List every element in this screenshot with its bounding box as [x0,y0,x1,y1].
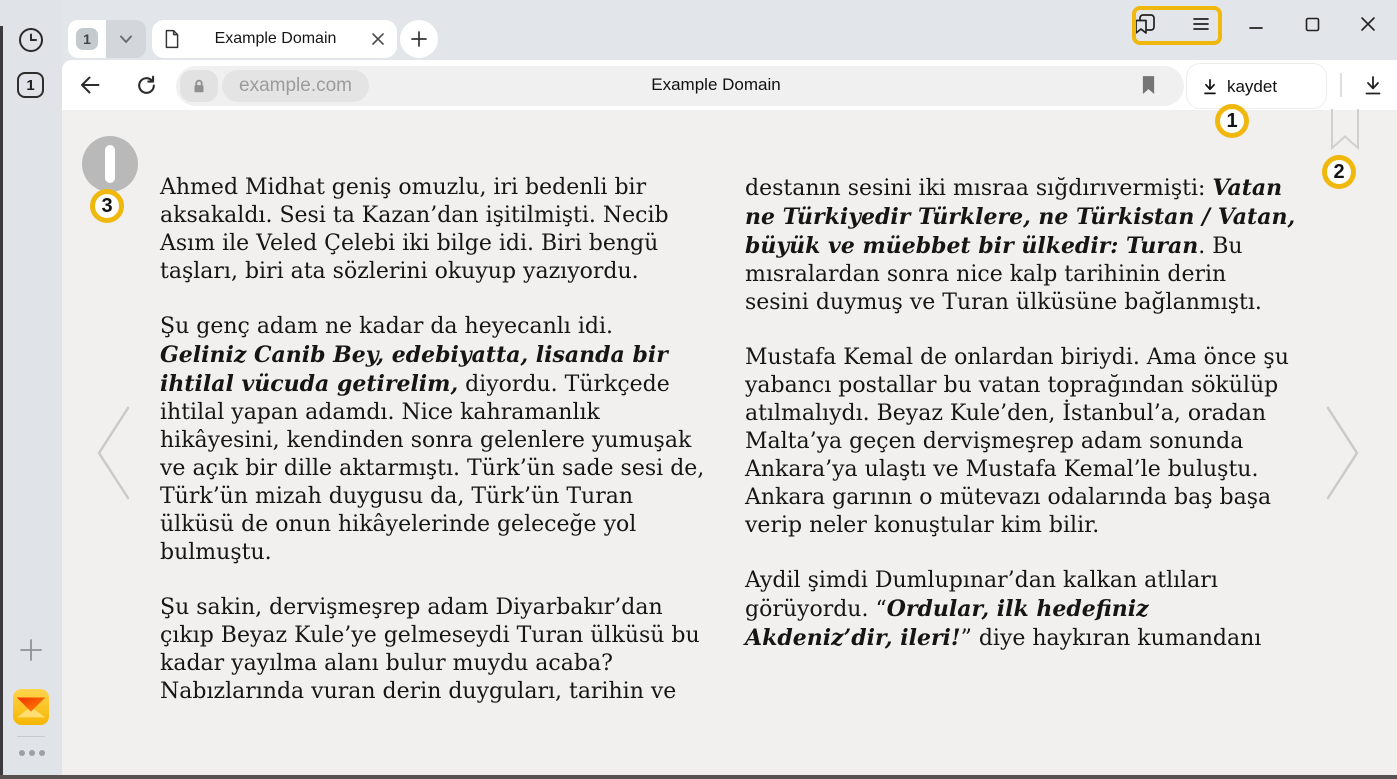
download-icon [1201,78,1219,97]
side-panel-button[interactable] [1127,0,1163,48]
reader-paragraph: Mustafa Kemal de onlardan biriydi. Ama ö… [745,344,1297,540]
annotation-badge-3: 3 [90,189,124,223]
tab-example-domain[interactable]: Example Domain [152,20,397,58]
minimize-icon [1249,17,1263,31]
dot [29,750,35,756]
page-title: Example Domain [456,75,976,95]
annotation-number: 1 [1226,110,1237,133]
dot [39,750,45,756]
chevron-right-icon [1325,406,1361,500]
tab-counter-badge: 1 [76,28,98,50]
reader-text: Şu genç adam ne kadar da heyecanlı idi. [160,314,613,339]
left-sidebar: 1 [0,0,62,775]
hamburger-menu-icon [1193,17,1209,31]
download-icon [1363,75,1383,96]
reader-paragraph: Ahmed Midhat geniş omuzlu, iri bedenli b… [160,174,706,286]
downloads-button[interactable] [1350,60,1396,110]
ribbon-bookmark-icon [1330,109,1360,152]
next-page-button[interactable] [1325,406,1361,500]
reader-listen-button[interactable] [82,136,138,192]
address-toolbar: example.com Example Domain kaydet [62,60,1397,110]
annotation-badge-1: 1 [1215,104,1249,138]
annotation-number: 3 [101,195,112,218]
reader-text: destanın sesini iki mısraa sığdırıvermiş… [745,176,1212,201]
reader-text: Ahmed Midhat geniş omuzlu, iri bedenli b… [160,175,669,284]
browser-menu-button[interactable] [1183,0,1219,48]
sidebar-tab-count[interactable]: 1 [17,72,44,98]
dot [19,750,25,756]
maximize-button[interactable] [1294,0,1330,48]
plus-icon [410,30,428,48]
url-chip[interactable]: example.com [222,70,369,102]
bookmark-flag-button[interactable] [1141,74,1156,97]
reader-text: diyordu. Türkçede ihtilal yapan adamdı. … [160,372,704,565]
clock-icon [18,27,44,53]
close-window-button[interactable] [1350,0,1386,48]
previous-page-button[interactable] [95,406,131,500]
annotation-badge-2: 2 [1322,155,1356,189]
save-button[interactable]: kaydet [1197,71,1281,103]
reader-paragraph: Şu genç adam ne kadar da heyecanlı idi. … [160,313,706,567]
reload-button[interactable] [126,60,166,110]
yandex-mail-app-button[interactable] [13,689,49,725]
close-icon [1360,16,1376,32]
new-tab-button[interactable] [400,20,438,58]
bookmark-filled-icon [1141,74,1156,97]
annotation-number: 2 [1333,161,1344,184]
tab-counter-button[interactable]: 1 [68,20,106,58]
plus-icon [18,637,44,663]
lock-icon [190,77,208,95]
tab-count-label: 1 [26,77,34,94]
save-button-group: kaydet [1186,63,1327,109]
sidebar-add-button[interactable] [17,636,45,664]
reader-paragraph: destanın sesini iki mısraa sığdırıvermiş… [745,174,1297,317]
bookmark-ribbon[interactable] [1330,109,1360,152]
tab-list-dropdown-button[interactable] [106,20,146,58]
sidebar-more-button[interactable] [19,750,45,756]
reader-column-right: destanın sesini iki mısraa sığdırıvermiş… [745,174,1297,680]
page-file-icon [164,29,180,49]
tab-title: Example Domain [180,30,371,48]
reader-paragraph: Şu sakin, dervişmeşrep adam Diyarbakır’d… [160,594,706,706]
reader-text: Mustafa Kemal de onlardan biriydi. Ama ö… [745,345,1289,538]
power-bar-icon [105,145,115,183]
history-button[interactable] [17,26,45,54]
chevron-down-icon [118,31,134,47]
minimize-button[interactable] [1238,0,1274,48]
reader-column-left: Ahmed Midhat geniş omuzlu, iri bedenli b… [160,174,706,733]
tab-group-control: 1 [68,20,146,58]
screen-edge [0,26,3,775]
toolbar-separator [1340,73,1342,97]
reader-content: Ahmed Midhat geniş omuzlu, iri bedenli b… [62,110,1397,775]
reload-icon [135,74,158,97]
address-bar[interactable]: example.com Example Domain [176,66,1184,106]
sidebar-divider [17,736,45,737]
maximize-icon [1305,17,1320,32]
connection-secure-button[interactable] [180,70,218,102]
back-button[interactable] [70,60,110,110]
url-text: example.com [239,75,352,97]
back-arrow-icon [78,73,102,97]
save-button-label: kaydet [1227,77,1277,97]
browser-window: 1 [0,0,1397,779]
reader-paragraph: Aydil şimdi Dumlupınar’dan kalkan atlıla… [745,567,1297,653]
mail-app-icon [13,689,49,725]
chevron-left-icon [95,406,131,500]
bookmarks-panel-icon [1133,12,1157,36]
tab-close-icon[interactable] [371,32,385,46]
reader-text: Şu sakin, dervişmeşrep adam Diyarbakır’d… [160,595,700,704]
reader-text: ” diye haykıran kumandanı [961,626,1262,651]
window-bottom-border [0,775,1397,779]
